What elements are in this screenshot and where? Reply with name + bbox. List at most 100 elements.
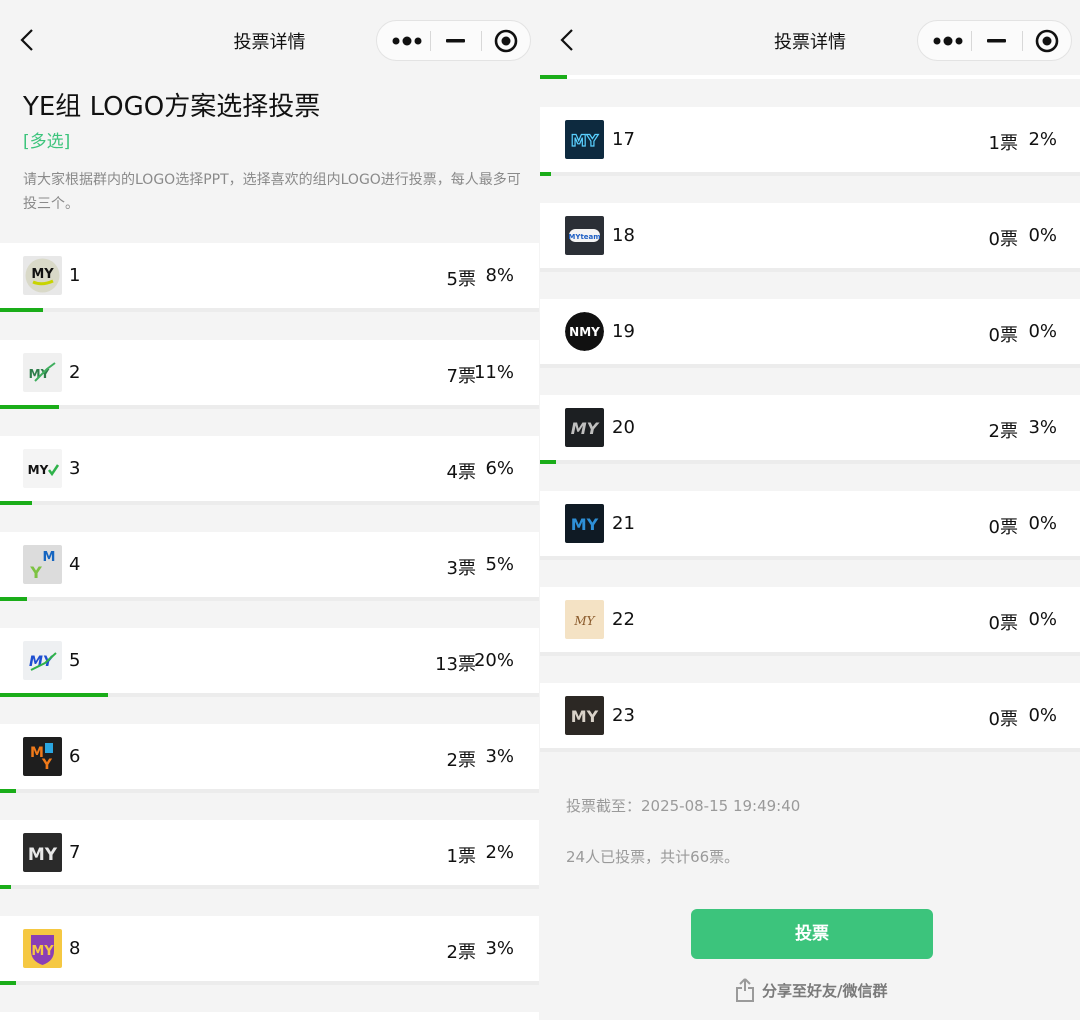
vote-progress-bar xyxy=(0,789,539,793)
option-percent: 8% xyxy=(485,265,514,286)
logo-thumbnail: MY xyxy=(23,833,62,872)
option-percent: 3% xyxy=(485,938,514,959)
vote-option-7[interactable]: MY 7 1票 2% xyxy=(0,820,539,889)
vote-option-partial xyxy=(0,1012,539,1020)
vote-button[interactable]: 投票 xyxy=(691,909,933,959)
option-percent: 3% xyxy=(1028,417,1057,438)
svg-text:MY: MY xyxy=(571,131,599,150)
option-votes: 4票 xyxy=(446,462,476,483)
vote-progress-fill xyxy=(540,460,557,464)
vote-option-3[interactable]: MY 3 4票 6% xyxy=(0,436,539,505)
option-votes: 0票 xyxy=(988,613,1018,634)
vote-progress-bar xyxy=(0,501,539,505)
option-percent: 6% xyxy=(485,458,514,479)
more-dots-icon[interactable] xyxy=(918,21,970,60)
capsule-divider xyxy=(430,31,431,51)
logo-thumbnail: MY xyxy=(23,353,62,392)
capsule-menu xyxy=(917,20,1072,61)
svg-text:MY: MY xyxy=(31,944,54,959)
option-name: 4 xyxy=(69,554,81,575)
vote-progress-bar xyxy=(540,172,1080,176)
vote-option-17[interactable]: MY 17 1票 2% xyxy=(540,107,1080,176)
vote-progress-bar xyxy=(540,748,1080,752)
logo-thumbnail: MY xyxy=(23,929,62,968)
poll-title: YE组 LOGO方案选择投票 xyxy=(23,92,321,122)
option-name: 1 xyxy=(69,265,81,286)
vote-progress-fill xyxy=(0,308,44,312)
vote-progress-bar xyxy=(0,308,539,312)
svg-text:MY: MY xyxy=(573,614,595,628)
option-percent: 11% xyxy=(473,362,514,383)
vote-progress-bar xyxy=(0,597,539,601)
option-name: 7 xyxy=(69,842,81,863)
vote-deadline: 投票截至：2025-08-15 19:49:40 xyxy=(566,797,801,815)
vote-option-6[interactable]: MY 6 2票 3% xyxy=(0,724,539,793)
svg-text:MY: MY xyxy=(28,463,49,477)
target-close-icon[interactable] xyxy=(483,21,531,60)
logo-thumbnail: MYteam xyxy=(565,216,604,255)
option-name: 23 xyxy=(612,705,635,726)
svg-text:NMY: NMY xyxy=(569,325,600,339)
option-votes: 7票 xyxy=(446,366,476,387)
option-percent: 20% xyxy=(473,650,514,671)
svg-text:MY: MY xyxy=(571,419,600,438)
logo-thumbnail: MY xyxy=(565,408,604,447)
option-percent: 0% xyxy=(1028,705,1057,726)
svg-text:MYteam: MYteam xyxy=(568,233,600,241)
logo-thumbnail: MY xyxy=(565,504,604,543)
option-votes: 1票 xyxy=(446,846,476,867)
share-label: 分享至好友/微信群 xyxy=(762,982,888,1000)
vote-progress-fill xyxy=(0,597,27,601)
logo-thumbnail: MY xyxy=(565,120,604,159)
vote-option-4[interactable]: YM 4 3票 5% xyxy=(0,532,539,601)
vote-option-22[interactable]: MY 22 0票 0% xyxy=(540,587,1080,656)
vote-progress-bar xyxy=(0,405,539,409)
vote-progress-bar xyxy=(0,885,539,889)
option-name: 17 xyxy=(612,129,635,150)
capsule-divider xyxy=(971,31,972,51)
vote-progress-bar xyxy=(540,460,1080,464)
vote-option-2[interactable]: MY 2 7票 11% xyxy=(0,340,539,409)
vote-progress-fill xyxy=(540,172,551,176)
svg-text:MY: MY xyxy=(571,707,599,726)
vote-option-20[interactable]: MY 20 2票 3% xyxy=(540,395,1080,464)
option-name: 3 xyxy=(69,458,81,479)
minimize-icon[interactable] xyxy=(432,21,480,60)
option-percent: 2% xyxy=(1028,129,1057,150)
vote-progress-bar xyxy=(540,556,1080,560)
option-votes: 0票 xyxy=(988,709,1018,730)
capsule-divider xyxy=(1022,31,1023,51)
vote-progress-bar xyxy=(540,268,1080,272)
capsule-divider xyxy=(481,31,482,51)
logo-thumbnail: MY xyxy=(23,449,62,488)
target-close-icon[interactable] xyxy=(1024,21,1072,60)
vote-option-19[interactable]: NMY 19 0票 0% xyxy=(540,299,1080,368)
capsule-menu xyxy=(376,20,531,61)
more-dots-icon[interactable] xyxy=(377,21,429,60)
option-percent: 5% xyxy=(485,554,514,575)
nav-bar: 投票详情 xyxy=(0,0,539,80)
option-votes: 2票 xyxy=(446,942,476,963)
vote-option-21[interactable]: MY 21 0票 0% xyxy=(540,491,1080,560)
option-votes: 1票 xyxy=(988,133,1018,154)
poll-description: 请大家根据群内的LOGO选择PPT，选择喜欢的组内LOGO进行投票，每人最多可投… xyxy=(23,172,521,212)
vote-progress-fill xyxy=(0,885,11,889)
vote-option-18[interactable]: MYteam 18 0票 0% xyxy=(540,203,1080,272)
minimize-icon[interactable] xyxy=(973,21,1021,60)
option-percent: 0% xyxy=(1028,609,1057,630)
vote-option-5[interactable]: MY 5 13票 20% xyxy=(0,628,539,697)
vote-progress-fill xyxy=(0,693,108,697)
vote-progress-fill xyxy=(0,789,17,793)
vote-option-8[interactable]: MY 8 2票 3% xyxy=(0,916,539,985)
vote-option-23[interactable]: MY 23 0票 0% xyxy=(540,683,1080,752)
option-name: 20 xyxy=(612,417,635,438)
option-name: 2 xyxy=(69,362,81,383)
option-name: 8 xyxy=(69,938,81,959)
option-name: 18 xyxy=(612,225,635,246)
vote-option-1[interactable]: MY 1 5票 8% xyxy=(0,243,539,312)
share-upload-icon xyxy=(736,978,754,1002)
svg-text:MY: MY xyxy=(31,267,54,282)
option-percent: 0% xyxy=(1028,225,1057,246)
svg-text:Y: Y xyxy=(29,563,42,582)
svg-text:Y: Y xyxy=(41,757,53,773)
